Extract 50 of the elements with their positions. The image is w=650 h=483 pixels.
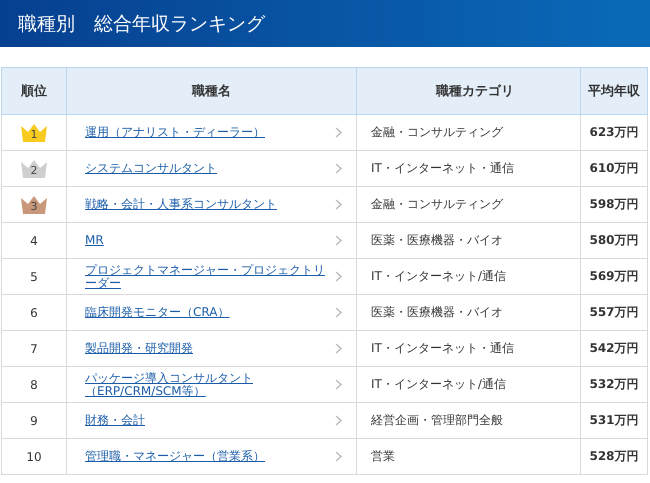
chevron-right-icon (335, 271, 342, 282)
column-header: 平均年収 (580, 68, 648, 114)
rank-number: 5 (30, 270, 38, 284)
category-text: 経営企画・管理部門全般 (371, 413, 503, 427)
job-link[interactable]: システムコンサルタント (85, 162, 217, 175)
salary-text: 528万円 (589, 449, 639, 463)
chevron-right-icon (335, 127, 342, 138)
chevron-right-icon (335, 199, 342, 210)
job-link[interactable]: 製品開発・研究開発 (85, 342, 193, 355)
category-text: 医薬・医療機器・バイオ (371, 233, 503, 247)
salary-text: 532万円 (589, 377, 639, 391)
category-text: 金融・コンサルティング (371, 125, 503, 139)
rank-number: 2 (30, 164, 38, 176)
chevron-right-icon (335, 307, 342, 318)
salary-text: 542万円 (589, 341, 639, 355)
salary-text: 623万円 (589, 125, 639, 139)
category-text: 金融・コンサルティング (371, 197, 503, 211)
category-text: 営業 (371, 449, 395, 463)
column-header: 順位 (2, 68, 66, 114)
salary-text: 610万円 (589, 161, 639, 175)
job-link[interactable]: 臨床開発モニター（CRA） (85, 306, 230, 319)
rank-number: 3 (30, 200, 38, 212)
chevron-right-icon (335, 451, 342, 462)
rank-number: 4 (30, 234, 38, 248)
salary-text: 531万円 (589, 413, 639, 427)
chevron-right-icon (335, 235, 342, 246)
category-text: IT・インターネット/通信 (371, 377, 506, 391)
category-text: 医薬・医療機器・バイオ (371, 305, 503, 319)
salary-text: 569万円 (589, 269, 639, 283)
category-text: IT・インターネット/通信 (371, 269, 506, 283)
rank-number: 9 (30, 414, 38, 428)
rank-number: 10 (26, 450, 42, 464)
job-link[interactable]: MR (85, 234, 104, 247)
rank-number: 1 (30, 128, 38, 140)
column-header: 職種名 (66, 68, 356, 114)
chevron-right-icon (335, 343, 342, 354)
rank-number: 7 (30, 342, 38, 356)
salary-text: 598万円 (589, 197, 639, 211)
category-text: IT・インターネット・通信 (371, 341, 514, 355)
chevron-right-icon (335, 415, 342, 426)
chevron-right-icon (335, 379, 342, 390)
job-link[interactable]: 財務・会計 (85, 414, 145, 427)
chevron-right-icon (335, 163, 342, 174)
column-header: 職種カテゴリ (356, 68, 580, 114)
category-text: IT・インターネット・通信 (371, 161, 514, 175)
salary-text: 557万円 (589, 305, 639, 319)
page-title: 職種別 総合年収ランキング (18, 12, 265, 36)
salary-text: 580万円 (589, 233, 639, 247)
rank-number: 8 (30, 378, 38, 392)
rank-number: 6 (30, 306, 38, 320)
